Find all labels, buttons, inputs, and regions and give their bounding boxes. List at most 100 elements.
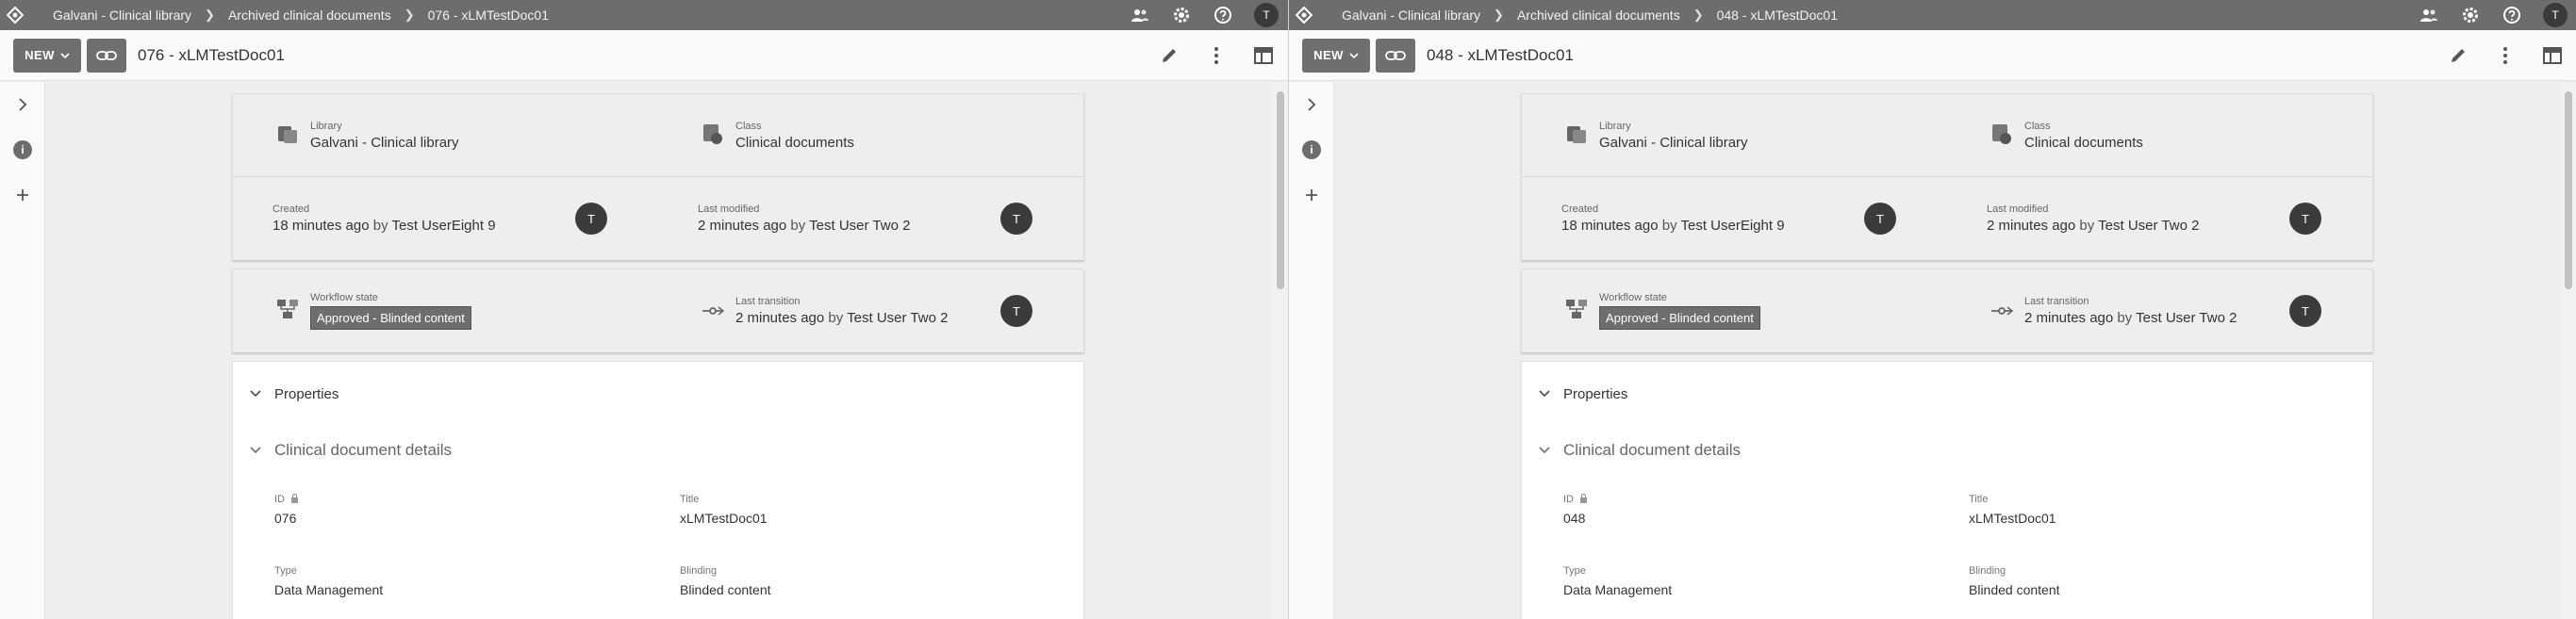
- library-value[interactable]: Galvani - Clinical library: [310, 135, 459, 151]
- transition-user-avatar[interactable]: T: [1000, 295, 1032, 327]
- modified-user[interactable]: Test User Two 2: [809, 218, 910, 234]
- created-info: Created 18 minutes ago by Test UserEight…: [1522, 177, 1947, 260]
- transition-user-avatar[interactable]: T: [2289, 295, 2321, 327]
- side-rail: i: [1289, 82, 1334, 619]
- chevron-right-icon: ❯: [404, 8, 415, 22]
- document-content: Library Galvani - Clinical library Class…: [232, 93, 1084, 619]
- help-icon[interactable]: [2502, 5, 2522, 25]
- scrollbar-thumb[interactable]: [1277, 91, 1284, 289]
- created-time: 18 minutes ago: [272, 218, 370, 234]
- field-title-value: xLMTestDoc01: [680, 511, 768, 526]
- chevron-down-icon: [248, 443, 263, 458]
- new-button[interactable]: NEW: [13, 38, 81, 73]
- breadcrumb-library[interactable]: Galvani - Clinical library: [1342, 8, 1480, 23]
- info-icon[interactable]: i: [11, 138, 34, 161]
- workflow-row: Workflow state Approved - Blinded conten…: [1522, 269, 2372, 352]
- field-type-value: Data Management: [1563, 582, 1673, 597]
- created-user[interactable]: Test UserEight 9: [1681, 218, 1785, 234]
- class-value[interactable]: Clinical documents: [735, 135, 854, 151]
- new-button-label: NEW: [25, 48, 55, 62]
- modified-info: Last modified 2 minutes ago by Test User…: [658, 177, 1083, 260]
- workflow-state-chip[interactable]: Approved - Blinded content: [310, 306, 471, 330]
- breadcrumb-library[interactable]: Galvani - Clinical library: [53, 8, 191, 23]
- new-button[interactable]: NEW: [1302, 38, 1370, 73]
- library-value[interactable]: Galvani - Clinical library: [1599, 135, 1748, 151]
- gear-icon[interactable]: [2460, 5, 2481, 25]
- created-user[interactable]: Test UserEight 9: [392, 218, 496, 234]
- workflow-info: Workflow state Approved - Blinded conten…: [233, 269, 658, 352]
- summary-row: Library Galvani - Clinical library Class…: [1522, 94, 2372, 177]
- link-icon: [96, 50, 117, 61]
- details-section-header[interactable]: Clinical document details: [233, 435, 1083, 465]
- scrollbar[interactable]: [2561, 82, 2576, 619]
- scrollbar-thumb[interactable]: [2565, 91, 2572, 289]
- new-button-label: NEW: [1313, 48, 1344, 62]
- transition-label: Last transition: [735, 296, 801, 307]
- class-value[interactable]: Clinical documents: [2024, 135, 2143, 151]
- modified-user-avatar[interactable]: T: [2289, 203, 2321, 235]
- edit-icon[interactable]: [1158, 44, 1181, 67]
- link-button[interactable]: [87, 38, 126, 73]
- workflow-label: Workflow state: [310, 292, 378, 303]
- properties-title: Properties: [1563, 385, 1628, 402]
- more-vert-icon[interactable]: [2494, 44, 2517, 67]
- breadcrumb-document: 048 - xLMTestDoc01: [1716, 8, 1839, 23]
- gear-icon[interactable]: [1171, 5, 1192, 25]
- properties-section-header[interactable]: Properties: [233, 379, 1083, 409]
- details-fields: ID 076 Title xLMTestDoc01 Type Data Mana…: [233, 494, 1083, 597]
- breadcrumb-class[interactable]: Archived clinical documents: [1517, 8, 1680, 23]
- audit-row: Created 18 minutes ago by Test UserEight…: [1522, 177, 2372, 260]
- add-icon[interactable]: [11, 184, 34, 206]
- properties-panel: Properties Clinical document details ID …: [232, 361, 1084, 619]
- created-user-avatar[interactable]: T: [575, 203, 607, 235]
- scrollbar[interactable]: [1273, 82, 1288, 619]
- field-id-label: ID: [274, 494, 285, 505]
- home-icon[interactable]: [1289, 0, 1319, 30]
- toolbar-actions: [1158, 30, 1275, 81]
- transition-user[interactable]: Test User Two 2: [847, 310, 948, 326]
- add-icon[interactable]: [1300, 184, 1323, 206]
- created-info: Created 18 minutes ago by Test UserEight…: [233, 177, 658, 260]
- user-avatar[interactable]: T: [1254, 3, 1279, 27]
- document-toolbar: NEW 076 - xLMTestDoc01: [0, 30, 1288, 81]
- chevron-down-icon: [248, 386, 263, 401]
- top-bar-actions: T: [1130, 0, 1279, 30]
- audit-row: Created 18 minutes ago by Test UserEight…: [233, 177, 1083, 260]
- class-label: Class: [2024, 120, 2051, 132]
- users-icon[interactable]: [1130, 5, 1150, 25]
- workflow-state-chip[interactable]: Approved - Blinded content: [1599, 306, 1760, 330]
- chevron-down-icon: [1537, 443, 1552, 458]
- summary-card: Library Galvani - Clinical library Class…: [1521, 93, 2373, 261]
- modified-by: by: [2079, 218, 2095, 234]
- created-user-avatar[interactable]: T: [1864, 203, 1896, 235]
- library-label: Library: [1599, 120, 1631, 132]
- field-blinding: Blinding Blinded content: [1969, 565, 2374, 597]
- users-icon[interactable]: [2419, 5, 2439, 25]
- info-icon[interactable]: i: [1300, 138, 1323, 161]
- class-icon: [700, 121, 726, 147]
- user-avatar[interactable]: T: [2543, 3, 2568, 27]
- edit-icon[interactable]: [2447, 44, 2469, 67]
- view-list-icon[interactable]: [1252, 44, 1275, 67]
- split-screen: Galvani - Clinical library ❯ Archived cl…: [0, 0, 2576, 619]
- transition-icon: [700, 296, 726, 322]
- link-button[interactable]: [1376, 38, 1415, 73]
- toolbar-actions: [2447, 30, 2564, 81]
- breadcrumb-document: 076 - xLMTestDoc01: [427, 8, 550, 23]
- field-type: Type Data Management: [1563, 565, 1969, 597]
- chevron-down-icon: [1537, 386, 1552, 401]
- modified-user-avatar[interactable]: T: [1000, 203, 1032, 235]
- details-section-header[interactable]: Clinical document details: [1522, 435, 2372, 465]
- transition-user[interactable]: Test User Two 2: [2136, 310, 2237, 326]
- home-icon[interactable]: [0, 0, 30, 30]
- more-vert-icon[interactable]: [1205, 44, 1228, 67]
- help-icon[interactable]: [1213, 5, 1233, 25]
- expand-icon[interactable]: [11, 93, 34, 116]
- class-info: Class Clinical documents: [1947, 94, 2372, 176]
- details-title: Clinical document details: [1563, 441, 1742, 459]
- breadcrumb-class[interactable]: Archived clinical documents: [228, 8, 391, 23]
- properties-section-header[interactable]: Properties: [1522, 379, 2372, 409]
- view-list-icon[interactable]: [2541, 44, 2564, 67]
- expand-icon[interactable]: [1300, 93, 1323, 116]
- modified-user[interactable]: Test User Two 2: [2098, 218, 2199, 234]
